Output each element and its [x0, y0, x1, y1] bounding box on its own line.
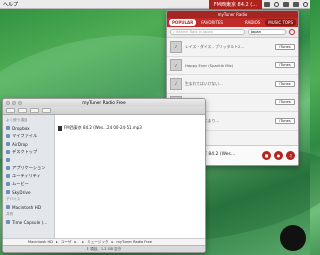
clock-icon[interactable]: [274, 1, 279, 7]
search-icon: ⌕: [173, 30, 176, 34]
home-icon: [6, 158, 10, 162]
finder-titlebar: myTuner Radio Free: [3, 99, 205, 107]
applications-icon: [6, 166, 10, 170]
itunes-button[interactable]: iTunes: [275, 62, 295, 69]
back-button[interactable]: [6, 108, 15, 113]
movies-icon: [6, 182, 10, 186]
view-button[interactable]: [18, 108, 27, 113]
refresh-icon[interactable]: [289, 29, 295, 35]
sidebar-item-myfiles[interactable]: マイファイル: [3, 132, 54, 140]
radio-status-item[interactable]: FM西東京 84.2 (...: [208, 0, 262, 9]
path-separator: ▸: [55, 240, 58, 244]
album-art-icon: ♪: [170, 77, 182, 90]
tab-music-tops[interactable]: MUSIC TOPS: [265, 19, 296, 26]
wifi-icon[interactable]: [283, 1, 289, 7]
sidebar-item-label: デスクトップ: [12, 149, 38, 154]
utilities-icon: [6, 174, 10, 178]
sidebar-item-label: Time Capsule (…: [12, 219, 48, 225]
audio-file-icon: [58, 125, 62, 131]
time-capsule-icon: [6, 220, 10, 224]
path-segment[interactable]: ユーザ: [61, 240, 72, 245]
sidebar-item-home[interactable]: [3, 156, 54, 164]
file-item[interactable]: FM西東京 84.2 (Wes…24 00-24-51.mp3: [58, 125, 142, 131]
sidebar-heading: 共有: [6, 212, 14, 216]
desktop-icon: [6, 150, 10, 154]
finder-content: FM西東京 84.2 (Wes…24 00-24-51.mp3: [55, 115, 205, 245]
item-title: 生まれてはいけない…: [185, 80, 223, 86]
itunes-button[interactable]: iTunes: [275, 80, 295, 87]
dropbox-icon: [6, 126, 10, 130]
list-item[interactable]: ♪ Happy Ever (Sparkle Mix) iTunes: [167, 57, 298, 75]
action-button[interactable]: [42, 108, 51, 113]
sidebar-item-desktop[interactable]: デスクトップ: [3, 148, 54, 156]
item-title: Happy Ever (Sparkle Mix): [185, 62, 234, 68]
itunes-button[interactable]: iTunes: [275, 43, 295, 50]
sidebar-item-label: Macintosh HD: [12, 204, 42, 210]
path-segment[interactable]: Macintosh HD: [28, 240, 53, 244]
sidebar-item-airdrop[interactable]: AirDrop: [3, 140, 54, 148]
itunes-button[interactable]: iTunes: [275, 99, 295, 106]
finder-body: よく使う項目 Dropbox マイファイル AirDrop デスクトップ アプリ…: [3, 115, 205, 245]
tab-radios[interactable]: RADIOS: [242, 19, 263, 26]
sidebar-heading: よく使う項目: [6, 118, 28, 122]
cloud-icon: [6, 190, 10, 194]
finder-toolbar: [3, 107, 205, 115]
search-placeholder: Search Tops in Japan: [176, 30, 214, 34]
stop-button[interactable]: ■: [262, 151, 271, 160]
sidebar-item-label: SkyDrive: [12, 189, 31, 195]
menu-bar: ヘルプ FM西東京 84.2 (...: [0, 0, 310, 9]
airdrop-icon: [6, 142, 10, 146]
apple-logo-icon: [280, 225, 306, 251]
item-title: レイス・ダイス - ブリッタルト2…: [185, 43, 245, 49]
album-art-icon: ♪: [170, 59, 182, 72]
status-bar: 1 項目、1.2 GB 空き: [3, 245, 205, 252]
radio-tabs: POPULAR FAVORITES RADIOS MUSIC TOPS: [167, 18, 298, 27]
sidebar-item-label: ユーティリティ: [12, 173, 41, 178]
sidebar-item-label: ムービー: [12, 181, 29, 186]
sidebar-item-label: アプリケーション: [12, 165, 46, 170]
sidebar-item-label: マイファイル: [12, 133, 38, 138]
sidebar-item-skydrive[interactable]: SkyDrive: [3, 188, 54, 196]
tab-popular[interactable]: POPULAR: [169, 19, 197, 26]
country-value: Japan: [251, 30, 262, 34]
path-separator: ▸: [111, 240, 114, 244]
disk-icon: [6, 205, 10, 209]
volume-button[interactable]: ♫: [286, 151, 295, 160]
finder-sidebar: よく使う項目 Dropbox マイファイル AirDrop デスクトップ アプリ…: [3, 115, 55, 245]
sidebar-item-time-capsule[interactable]: Time Capsule (…: [3, 218, 54, 226]
sidebar-item-label: Dropbox: [12, 125, 30, 131]
files-icon: [6, 134, 10, 138]
sidebar-heading: デバイス: [6, 197, 21, 201]
search-input[interactable]: ⌕ Search Tops in Japan: [170, 29, 245, 35]
spotlight-icon[interactable]: [303, 1, 308, 7]
record-button[interactable]: ●: [274, 151, 283, 160]
sidebar-item-applications[interactable]: アプリケーション: [3, 164, 54, 172]
sidebar-item-label: AirDrop: [12, 141, 28, 147]
album-art-icon: ♪: [170, 40, 182, 53]
list-item[interactable]: ♪ レイス・ダイス - ブリッタルト2… iTunes: [167, 38, 298, 57]
path-bar: Macintosh HD ▸ ユーザ ▸ ▸ ミュージック ▸ myTuner Rad…: [3, 238, 205, 245]
sidebar-item-utilities[interactable]: ユーティリティ: [3, 172, 54, 180]
sidebar-item-macintosh-hd[interactable]: Macintosh HD: [3, 203, 54, 211]
battery-icon[interactable]: [293, 1, 299, 7]
finder-window: myTuner Radio Free よく使う項目 Dropbox マイファイル…: [2, 98, 206, 253]
dropbox-icon[interactable]: [264, 1, 270, 7]
sidebar-item-movies[interactable]: ムービー: [3, 180, 54, 188]
finder-title: myTuner Radio Free: [82, 100, 126, 106]
country-select[interactable]: Japan: [248, 29, 286, 35]
sidebar-item-dropbox[interactable]: Dropbox: [3, 124, 54, 132]
tab-favorites[interactable]: FAVORITES: [198, 19, 226, 26]
path-segment[interactable]: ミュージック: [87, 240, 109, 245]
path-segment[interactable]: myTuner Radio Free: [116, 240, 152, 244]
path-separator: ▸: [74, 240, 77, 244]
itunes-button[interactable]: iTunes: [275, 117, 295, 124]
list-item[interactable]: ♪ 生まれてはいけない… iTunes: [167, 75, 298, 94]
radio-search-bar: ⌕ Search Tops in Japan Japan: [167, 27, 298, 38]
arrange-button[interactable]: [30, 108, 39, 113]
file-name: FM西東京 84.2 (Wes…24 00-24-51.mp3: [64, 125, 142, 130]
radio-title: myTuner Radio: [167, 11, 298, 18]
path-separator: ▸: [82, 240, 85, 244]
menu-help[interactable]: ヘルプ: [0, 1, 18, 8]
